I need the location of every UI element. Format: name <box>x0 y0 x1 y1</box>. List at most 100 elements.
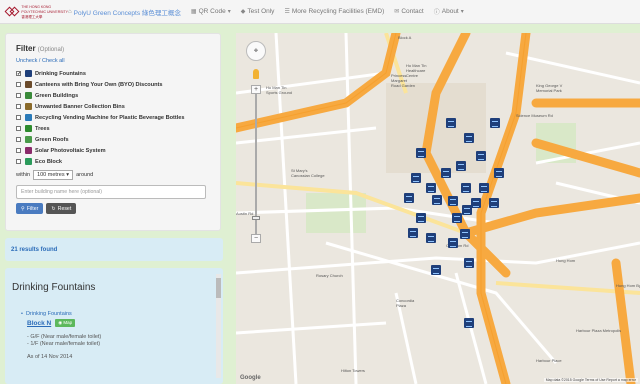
layer-checkbox[interactable] <box>16 93 21 98</box>
as-of-date: As of 14 Nov 2014 <box>27 354 73 360</box>
layer-checkbox[interactable] <box>16 115 21 120</box>
detail-scrollbar[interactable] <box>216 274 221 378</box>
layer-label: Drinking Fountains <box>35 70 86 77</box>
drinking-fountain-marker-icon[interactable] <box>448 196 458 206</box>
layer-label: Solar Photovoltaic System <box>35 147 106 154</box>
logo-text-line: 香港理工大學 <box>21 14 43 19</box>
zoom-out-button[interactable]: − <box>251 234 261 243</box>
drinking-fountain-marker-icon[interactable] <box>426 233 436 243</box>
layer-icon <box>25 136 32 143</box>
pan-control[interactable]: ✥ <box>246 41 266 61</box>
drinking-fountain-marker-icon[interactable] <box>464 258 474 268</box>
drinking-fountain-marker-icon[interactable] <box>441 168 451 178</box>
layer-label: Canteens with Bring Your Own (BYO) Disco… <box>35 81 163 88</box>
drinking-fountain-marker-icon[interactable] <box>464 133 474 143</box>
filter-layer[interactable]: Green Buildings <box>16 90 210 101</box>
nav-qr-code[interactable]: ▦ QR Code ▾ <box>191 8 231 15</box>
layer-checkbox[interactable]: ✓ <box>16 71 21 77</box>
filter-layer[interactable]: ✓ Drinking Fountains <box>16 68 210 79</box>
layer-checkbox[interactable] <box>16 159 21 164</box>
layer-label: Green Roofs <box>35 136 69 143</box>
nav-about[interactable]: ⓘ About ▾ <box>434 7 464 16</box>
map-place-label: Concordia Plaza <box>396 298 415 308</box>
drinking-fountain-marker-icon[interactable] <box>448 238 458 248</box>
map-attribution[interactable]: Map data ©2015 Google Terms of Use Repor… <box>543 378 638 382</box>
building-name-input[interactable]: Enter building name here (optional) <box>16 185 206 199</box>
drinking-fountain-marker-icon[interactable] <box>476 151 486 161</box>
layer-label: Eco Block <box>35 158 63 165</box>
map-place-label: King George V Memorial Park <box>536 83 563 93</box>
nav-home[interactable]: ⌂ PolyU Green Concepts 綠色理工概念 <box>68 7 181 17</box>
layer-checkbox[interactable] <box>16 148 21 153</box>
filter-layer[interactable]: Green Roofs <box>16 134 210 145</box>
filter-layer[interactable]: Recycling Vending Machine for Plastic Be… <box>16 112 210 123</box>
nav-contact[interactable]: ✉ Contact <box>394 8 423 15</box>
drinking-fountain-marker-icon[interactable] <box>490 118 500 128</box>
logo-text-line: POLYTECHNIC UNIVERSITY <box>21 9 68 14</box>
drinking-fountain-marker-icon[interactable] <box>432 195 442 205</box>
around-label: around <box>76 172 94 178</box>
layer-checkbox[interactable] <box>16 82 21 87</box>
zoom-slider[interactable] <box>252 94 260 234</box>
layer-icon <box>25 70 32 77</box>
drinking-fountain-marker-icon[interactable] <box>426 183 436 193</box>
drinking-fountain-marker-icon[interactable] <box>431 265 441 275</box>
filter-layer[interactable]: Unwanted Banner Collection Bins <box>16 101 210 112</box>
drinking-fountain-marker-icon[interactable] <box>462 205 472 215</box>
within-row: within 100 metres ▾ around <box>16 170 210 180</box>
layer-checkbox[interactable] <box>16 137 21 142</box>
filter-layer[interactable]: Trees <box>16 123 210 134</box>
drinking-fountain-marker-icon[interactable] <box>411 173 421 183</box>
map-button[interactable]: ◉ Map <box>55 319 76 327</box>
envelope-icon: ✉ <box>394 9 400 15</box>
drinking-fountain-marker-icon[interactable] <box>471 198 481 208</box>
logo-text-line: THE HONG KONG <box>21 4 52 9</box>
drinking-fountain-marker-icon[interactable] <box>404 193 414 203</box>
filter-layer[interactable]: Eco Block <box>16 156 210 167</box>
filter-button[interactable]: ⚲ Filter <box>16 203 44 214</box>
map-place-label: Hung Hom <box>556 258 576 263</box>
drinking-fountain-marker-icon[interactable] <box>446 118 456 128</box>
logo-mark-icon <box>4 5 20 19</box>
drinking-fountain-marker-icon[interactable] <box>489 198 499 208</box>
drinking-fountain-marker-icon[interactable] <box>461 183 471 193</box>
street-view-pegman-icon[interactable] <box>253 69 259 79</box>
drinking-fountain-marker-icon[interactable] <box>479 183 489 193</box>
qr-icon: ▦ <box>190 9 197 15</box>
google-map[interactable]: Block A Princess Margaret Road Garden Ho M… <box>236 33 640 384</box>
layer-checkbox[interactable] <box>16 126 21 131</box>
block-link[interactable]: Block N <box>27 320 51 327</box>
map-place-label: St Mary's Canossian College <box>291 168 325 178</box>
layer-list: ✓ Drinking Fountains Canteens with Bring Y… <box>16 68 210 167</box>
tag-icon: ◆ <box>240 9 246 15</box>
zoom-slider-thumb[interactable] <box>252 216 260 220</box>
layer-icon <box>25 114 32 121</box>
map-place-label: Ho Man Tin Sports Ground <box>266 85 293 95</box>
drinking-fountain-marker-icon[interactable] <box>464 318 474 328</box>
drinking-fountain-marker-icon[interactable] <box>408 228 418 238</box>
layer-label: Recycling Vending Machine for Plastic Be… <box>35 114 185 121</box>
nav-test-only[interactable]: ◆ Test Only <box>241 8 275 15</box>
layer-icon <box>25 147 32 154</box>
polyu-logo[interactable]: THE HONG KONG POLYTECHNIC UNIVERSITY 香港理… <box>0 5 68 19</box>
nav-more-recycling[interactable]: ☰ More Recycling Facilities (EMD) <box>284 8 384 15</box>
reset-button[interactable]: ↻ Reset <box>46 203 77 214</box>
drinking-fountain-marker-icon[interactable] <box>416 213 426 223</box>
zoom-in-button[interactable]: + <box>251 85 261 94</box>
drinking-fountain-marker-icon[interactable] <box>452 213 462 223</box>
filter-layer[interactable]: Canteens with Bring Your Own (BYO) Disco… <box>16 79 210 90</box>
drinking-fountain-marker-icon[interactable] <box>416 148 426 158</box>
drinking-fountain-marker-icon[interactable] <box>460 229 470 239</box>
drinking-fountain-marker-icon[interactable] <box>494 168 504 178</box>
layer-checkbox[interactable] <box>16 104 21 109</box>
distance-select[interactable]: 100 metres ▾ <box>33 170 74 180</box>
zoom-control[interactable]: + − <box>251 85 261 245</box>
filter-layer[interactable]: Solar Photovoltaic System <box>16 145 210 156</box>
map-place-label: Block A <box>398 35 412 40</box>
drinking-fountain-marker-icon[interactable] <box>456 161 466 171</box>
uncheck-check-all-link[interactable]: Uncheck / Check all <box>16 58 210 64</box>
info-icon: ⓘ <box>433 10 440 16</box>
layer-label: Green Buildings <box>35 92 79 99</box>
map-place-label: Hilton Towers <box>341 368 365 373</box>
layer-label: Trees <box>35 125 50 132</box>
